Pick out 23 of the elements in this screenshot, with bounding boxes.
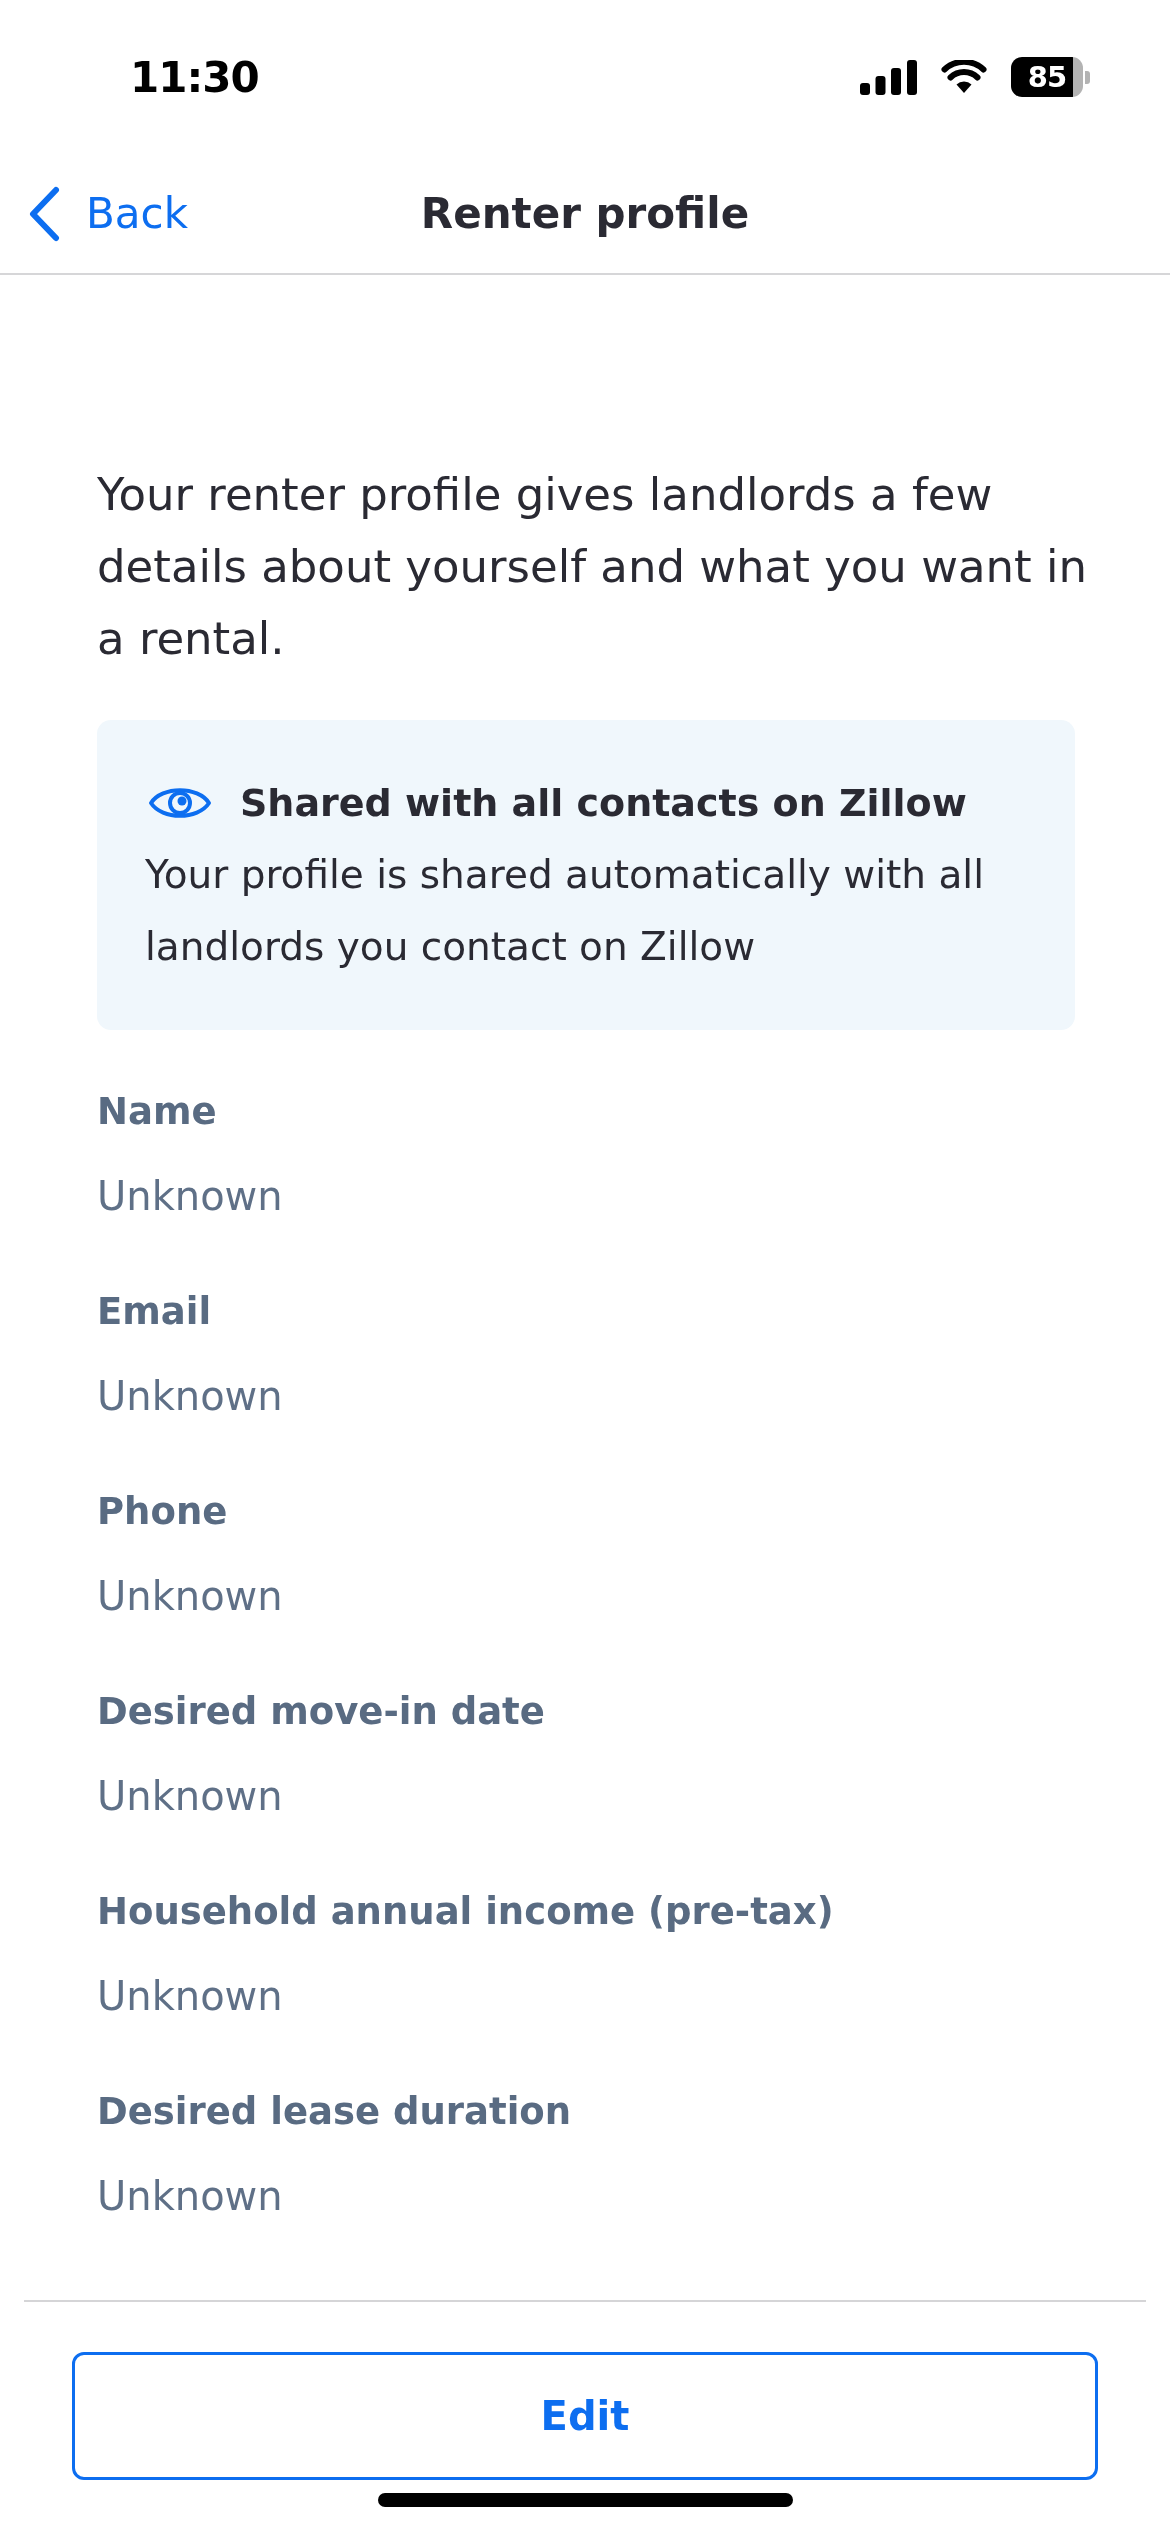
screen-title: Renter profile [420, 189, 750, 238]
intro-paragraph: Your renter profile gives landlords a few details about yourself and what you want in a rental. [97, 467, 1088, 667]
field-value: Unknown [97, 2172, 283, 2221]
field-label: Email [97, 1289, 212, 1335]
field-value: Unknown [97, 1572, 283, 1621]
field-label: Name [97, 1089, 217, 1135]
signal-icon [860, 59, 917, 95]
field-value: Unknown [97, 1972, 283, 2021]
wifi-icon [941, 60, 987, 94]
field-value: Unknown [97, 1172, 283, 1221]
edit-button[interactable]: Edit [72, 2352, 1098, 2480]
field-label: Desired move-in date [97, 1689, 545, 1735]
status-time: 11:30 [130, 52, 259, 102]
battery-indicator: 85 [1011, 57, 1090, 97]
back-button[interactable]: Back [28, 185, 188, 242]
chevron-left-icon [28, 185, 60, 242]
info-text: Your profile is shared automatically with all landlords you contact on Zillow [145, 851, 986, 971]
field-value: Unknown [97, 1372, 283, 1421]
field-label: Desired lease duration [97, 2089, 572, 2135]
info-title: Shared with all contacts on Zillow [240, 780, 967, 827]
field-label: Household annual income (pre-tax) [97, 1889, 834, 1935]
field-label: Phone [97, 1489, 228, 1535]
field-value: Unknown [97, 1772, 283, 1821]
